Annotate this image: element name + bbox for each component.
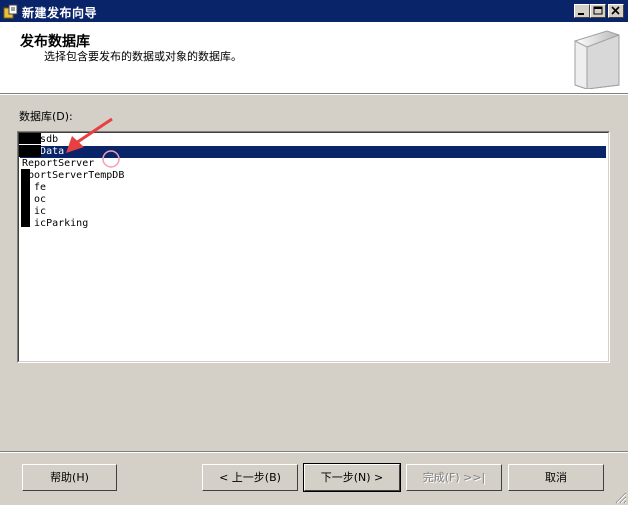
cancel-button[interactable]: 取消 bbox=[508, 464, 604, 491]
help-button[interactable]: 帮助(H) bbox=[22, 464, 117, 491]
help-button-label: 帮助(H) bbox=[50, 471, 89, 484]
back-button-label: < 上一步(B) bbox=[219, 471, 281, 484]
finish-button-label: 完成(F) >>| bbox=[422, 471, 486, 484]
red-arrow-annotation bbox=[66, 117, 120, 168]
next-button[interactable]: 下一步(N) > bbox=[303, 463, 401, 492]
footer-divider bbox=[0, 451, 628, 453]
resize-grip-icon[interactable] bbox=[615, 492, 627, 504]
cancel-button-label: 取消 bbox=[545, 471, 567, 484]
finish-button[interactable]: 完成(F) >>| bbox=[406, 464, 502, 491]
back-button[interactable]: < 上一步(B) bbox=[202, 464, 298, 491]
next-button-label: 下一步(N) > bbox=[320, 471, 384, 484]
